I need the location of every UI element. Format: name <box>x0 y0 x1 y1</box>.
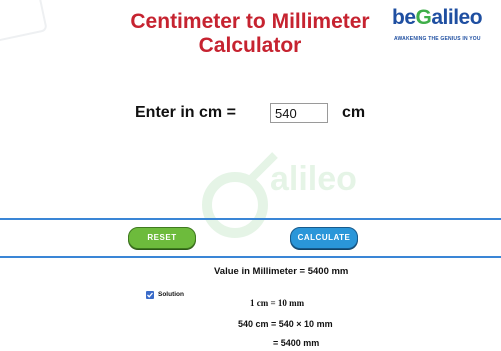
solution-checkbox[interactable] <box>146 291 154 299</box>
cm-input[interactable] <box>270 103 328 123</box>
title-line-2: Calculator <box>198 34 302 57</box>
logo-g: G <box>415 6 432 29</box>
reset-button[interactable]: RESET <box>128 227 196 249</box>
solution-label: Solution <box>158 291 184 298</box>
action-band <box>0 218 501 258</box>
entry-label: Enter in cm = <box>135 104 236 121</box>
solution-step-3: = 5400 mm <box>273 338 320 348</box>
check-icon <box>147 292 153 298</box>
logo-wordmark: beGalileo <box>392 6 483 30</box>
calculate-button[interactable]: CALCULATE <box>290 227 358 249</box>
solution-step-1: 1 cm = 10 mm <box>250 298 305 308</box>
result-text: Value in Millimeter = 5400 mm <box>214 266 349 277</box>
solution-step-2: 540 cm = 540 × 10 mm <box>238 319 333 329</box>
begalileo-logo: beGalileo AWAKENING THE GENIUS IN YOU <box>392 6 496 46</box>
logo-tagline: AWAKENING THE GENIUS IN YOU <box>394 36 481 42</box>
logo-prefix: be <box>392 6 416 29</box>
unit-label: cm <box>342 104 366 121</box>
decorative-corner-shape <box>0 0 48 45</box>
svg-text:alileo: alileo <box>270 160 357 198</box>
logo-suffix: alileo <box>431 6 483 29</box>
page-title: Centimeter to Millimeter Calculator <box>100 10 400 58</box>
title-line-1: Centimeter to Millimeter <box>130 10 370 33</box>
